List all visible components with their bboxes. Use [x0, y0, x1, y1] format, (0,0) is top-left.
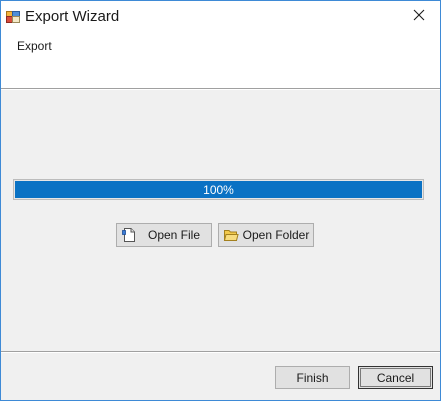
step-title: Export	[17, 39, 52, 53]
finish-button[interactable]: Finish	[275, 366, 350, 389]
wizard-header: Export	[1, 32, 440, 88]
wizard-content: 100% Open File Open Folder	[1, 90, 440, 351]
cancel-button[interactable]: Cancel	[358, 366, 433, 389]
close-icon	[413, 8, 425, 26]
window-title: Export Wizard	[25, 8, 120, 25]
file-icon	[121, 227, 137, 243]
folder-icon	[223, 227, 239, 243]
wizard-footer: Finish Cancel	[1, 353, 440, 400]
title-bar[interactable]: Export Wizard	[1, 1, 440, 32]
progress-percent: 100%	[203, 182, 234, 197]
open-file-button[interactable]: Open File	[116, 223, 212, 247]
open-folder-label: Open Folder	[242, 228, 310, 242]
close-button[interactable]	[397, 1, 440, 32]
app-icon	[6, 9, 20, 23]
export-progress-bar: 100%	[13, 179, 424, 200]
open-file-label: Open File	[147, 228, 201, 242]
export-wizard-window: Export Wizard Export 100% Open File Open…	[0, 0, 441, 401]
open-folder-button[interactable]: Open Folder	[218, 223, 314, 247]
